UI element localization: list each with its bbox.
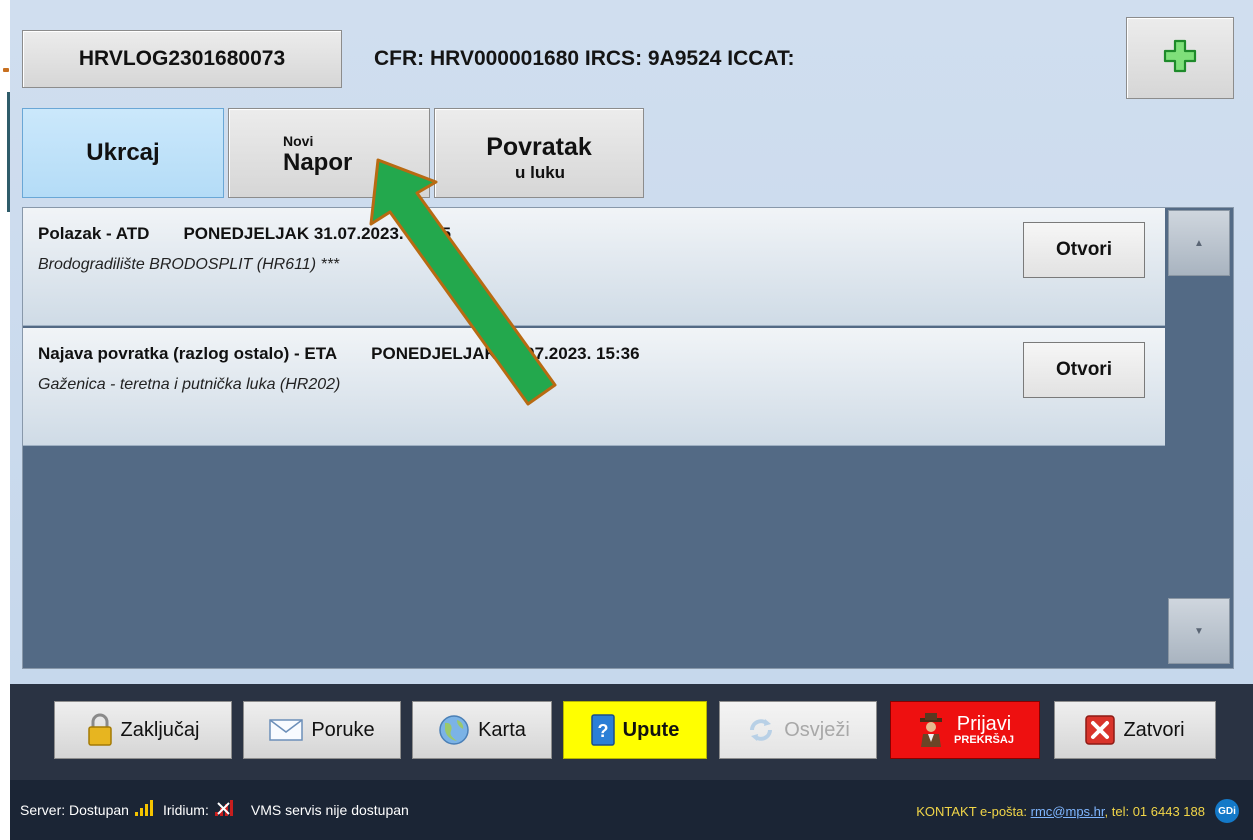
globe-icon: [438, 714, 470, 746]
contact-prefix: KONTAKT e-pošta:: [916, 803, 1028, 819]
no-signal-icon: [214, 800, 233, 819]
scroll-down-button[interactable]: ▼: [1168, 598, 1230, 664]
list-item: Najava povratka (razlog ostalo) - ETA PON…: [23, 328, 1165, 446]
signal-strength-icon: [134, 800, 153, 819]
tab-u-luku-label: u luku: [515, 163, 566, 182]
event-datetime: PONEDJELJAK 31.07.2023. 15:36: [371, 344, 640, 363]
contact-email-link[interactable]: rmc@mps.hr: [1031, 804, 1105, 819]
refresh-button[interactable]: Osvježi: [719, 701, 877, 759]
padlock-icon: [87, 713, 113, 747]
help-book-icon: ?: [590, 714, 615, 746]
event-type: Polazak - ATD: [38, 224, 150, 243]
tab-napor-label: Napor: [283, 149, 353, 176]
status-bar: Server: Dostupan Iridium: VMS servis nij…: [10, 780, 1253, 840]
report-violation-button[interactable]: Prijavi PREKRŠAJ: [890, 701, 1040, 759]
logbook-id-label: HRVLOG2301680073: [78, 47, 286, 70]
help-button[interactable]: ? Upute: [563, 701, 707, 759]
plus-icon: [1163, 39, 1197, 78]
contact-info: KONTAKT e-pošta: rmc@mps.hr, tel: 01 644…: [916, 804, 1205, 819]
map-button[interactable]: Karta: [412, 701, 552, 759]
tab-povratak-u-luku[interactable]: Povratak u luku: [434, 108, 644, 198]
tab-novi-small-label: Novi: [283, 133, 314, 149]
event-list: Polazak - ATD PONEDJELJAK 31.07.2023. 11:…: [22, 207, 1234, 669]
event-location: Gaženica - teretna i putnička luka (HR20…: [38, 376, 341, 393]
close-button[interactable]: Zatvori: [1054, 701, 1216, 759]
report-sub-label: PREKRŠAJ: [954, 734, 1014, 746]
iridium-label: Iridium:: [162, 801, 209, 818]
edge-marker: [3, 68, 9, 72]
lock-button[interactable]: Zaključaj: [54, 701, 232, 759]
messages-label: Poruke: [311, 718, 375, 741]
event-type: Najava povratka (razlog ostalo) - ETA: [38, 344, 338, 363]
tab-novi-napor[interactable]: Novi Napor: [228, 108, 430, 198]
help-label: Upute: [622, 718, 680, 741]
bottom-toolbar: Zaključaj Poruke Karta ? Upute Osvježi P…: [10, 684, 1253, 780]
tab-ukrcaj-label: Ukrcaj: [86, 139, 160, 166]
map-label: Karta: [478, 718, 526, 741]
tab-povratak-label: Povratak: [486, 133, 592, 161]
event-location: Brodogradilište BRODOSPLIT (HR611) ***: [38, 256, 340, 273]
close-label: Zatvori: [1123, 718, 1185, 741]
logbook-id-button[interactable]: HRVLOG2301680073: [22, 30, 342, 88]
refresh-icon: [746, 715, 776, 745]
server-status: Dostupan: [69, 801, 129, 818]
chevron-down-icon: ▼: [1194, 625, 1204, 637]
gdi-logo: GDi: [1215, 799, 1239, 823]
left-window-edge: [0, 0, 10, 840]
open-button[interactable]: Otvori: [1023, 222, 1145, 278]
chevron-up-icon: ▲: [1194, 237, 1204, 249]
envelope-icon: [269, 718, 304, 742]
open-button[interactable]: Otvori: [1023, 342, 1145, 398]
close-icon: [1085, 715, 1116, 745]
contact-phone: , tel: 01 6443 188: [1104, 803, 1205, 819]
list-item: Polazak - ATD PONEDJELJAK 31.07.2023. 11:…: [23, 208, 1165, 326]
event-datetime: PONEDJELJAK 31.07.2023. 11:35: [183, 224, 451, 243]
server-label: Server:: [20, 801, 66, 818]
report-label: Prijavi: [956, 713, 1012, 735]
messages-button[interactable]: Poruke: [243, 701, 401, 759]
tab-ukrcaj[interactable]: Ukrcaj: [22, 108, 224, 198]
refresh-label: Osvježi: [784, 718, 850, 741]
vessel-info: CFR: HRV000001680 IRCS: 9A9524 ICCAT:: [374, 47, 795, 70]
lock-label: Zaključaj: [120, 718, 200, 741]
svg-text:?: ?: [597, 721, 608, 741]
add-button[interactable]: [1126, 17, 1234, 99]
vms-status: VMS servis nije dostupan: [250, 801, 409, 818]
scroll-up-button[interactable]: ▲: [1168, 210, 1230, 276]
detective-icon: [916, 712, 946, 748]
